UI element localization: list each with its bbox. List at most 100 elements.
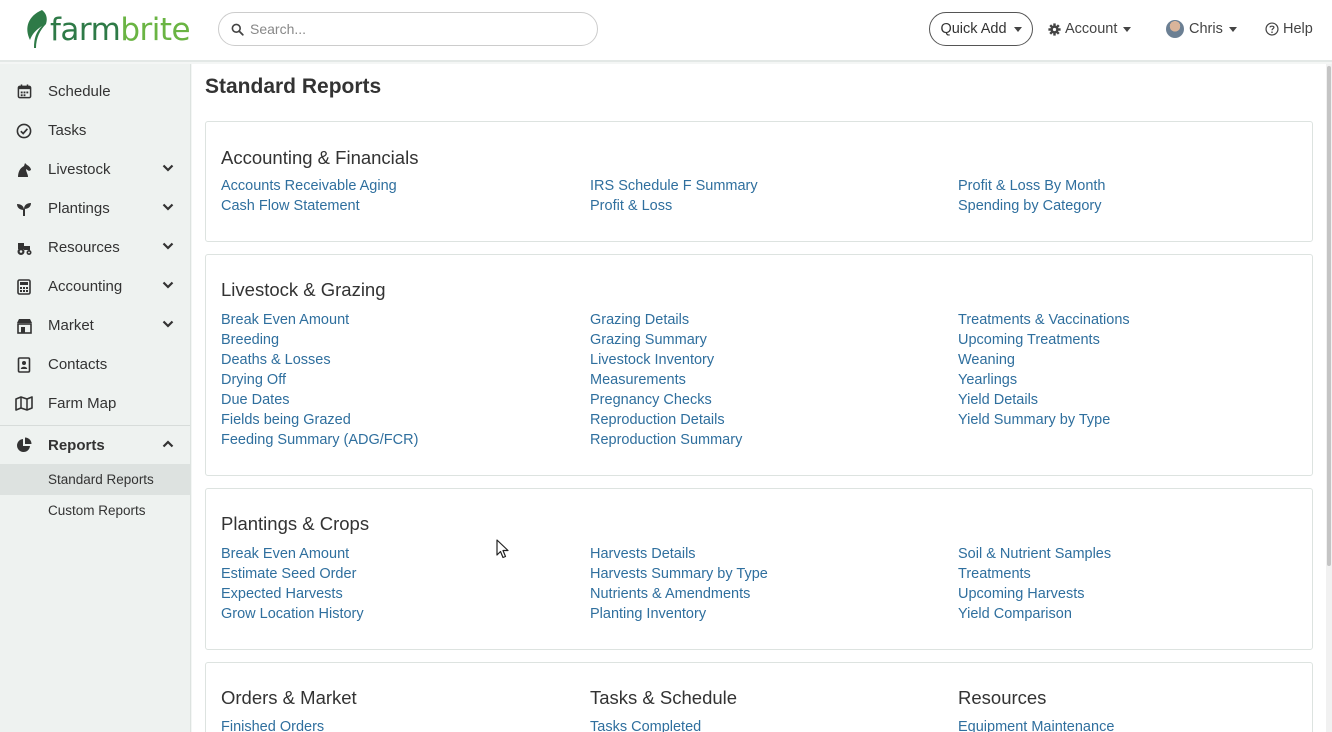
report-link[interactable]: Upcoming Treatments — [958, 330, 1130, 350]
report-link[interactable]: Harvests Summary by Type — [590, 564, 768, 584]
report-section-accounting: Accounting & Financials Accounts Receiva… — [205, 121, 1313, 242]
leaf-logo-icon — [27, 10, 47, 48]
report-link[interactable]: Expected Harvests — [221, 584, 364, 604]
sidebar-item-plantings[interactable]: Plantings — [0, 189, 190, 228]
report-link[interactable]: Yield Details — [958, 390, 1130, 410]
main-content: Standard Reports Accounting & Financials… — [192, 64, 1326, 732]
sidebar-item-label: Tasks — [48, 122, 87, 139]
report-link[interactable]: Equipment Maintenance — [958, 717, 1114, 732]
report-link[interactable]: Drying Off — [221, 370, 418, 390]
user-name: Chris — [1189, 21, 1223, 37]
section-title: Orders & Market — [221, 687, 357, 708]
sidebar-item-label: Resources — [48, 239, 120, 256]
sidebar-item-farm-map[interactable]: Farm Map — [0, 384, 190, 423]
report-link[interactable]: Breeding — [221, 330, 418, 350]
sidebar-item-contacts[interactable]: Contacts — [0, 345, 190, 384]
sidebar-item-label: Contacts — [48, 356, 108, 373]
logo-word-brite: brite — [120, 12, 191, 48]
report-link[interactable]: Yield Comparison — [958, 604, 1111, 624]
report-link[interactable]: Reproduction Summary — [590, 430, 742, 450]
store-icon — [15, 317, 33, 335]
sidebar-item-schedule[interactable]: Schedule — [0, 72, 190, 111]
quick-add-label: Quick Add — [940, 21, 1007, 37]
calendar-icon — [15, 83, 33, 101]
report-column: Break Even Amount Breeding Deaths & Loss… — [221, 310, 418, 450]
report-link[interactable]: Spending by Category — [958, 196, 1105, 216]
report-link[interactable]: Cash Flow Statement — [221, 196, 397, 216]
report-link[interactable]: Harvests Details — [590, 544, 768, 564]
report-link[interactable]: Finished Orders — [221, 717, 357, 732]
page-scrollbar-thumb[interactable] — [1327, 66, 1331, 566]
report-link[interactable]: Upcoming Harvests — [958, 584, 1111, 604]
report-link[interactable]: Tasks Completed — [590, 717, 737, 732]
report-link[interactable]: Grazing Details — [590, 310, 742, 330]
check-circle-icon — [15, 122, 33, 140]
report-group-tasks: Tasks & Schedule Tasks Completed — [590, 687, 737, 732]
report-link[interactable]: IRS Schedule F Summary — [590, 176, 758, 196]
report-link[interactable]: Due Dates — [221, 390, 418, 410]
report-link[interactable]: Fields being Grazed — [221, 410, 418, 430]
sidebar-item-market[interactable]: Market — [0, 306, 190, 345]
search-box[interactable] — [218, 12, 598, 46]
report-link[interactable]: Treatments — [958, 564, 1111, 584]
user-menu[interactable]: Chris — [1166, 12, 1237, 46]
report-link[interactable]: Break Even Amount — [221, 310, 418, 330]
caret-down-icon — [1013, 26, 1022, 32]
report-link[interactable]: Profit & Loss By Month — [958, 176, 1105, 196]
report-column: Profit & Loss By Month Spending by Categ… — [958, 176, 1105, 216]
report-link[interactable]: Treatments & Vaccinations — [958, 310, 1130, 330]
report-link[interactable]: Grow Location History — [221, 604, 364, 624]
report-link[interactable]: Yearlings — [958, 370, 1130, 390]
report-column: Harvests Details Harvests Summary by Typ… — [590, 544, 768, 624]
report-link[interactable]: Feeding Summary (ADG/FCR) — [221, 430, 418, 450]
section-title: Tasks & Schedule — [590, 687, 738, 708]
report-link[interactable]: Yield Summary by Type — [958, 410, 1130, 430]
report-link[interactable]: Accounts Receivable Aging — [221, 176, 397, 196]
sidebar-item-resources[interactable]: Resources — [0, 228, 190, 267]
report-link[interactable]: Profit & Loss — [590, 196, 758, 216]
report-link[interactable]: Reproduction Details — [590, 410, 742, 430]
report-column: IRS Schedule F Summary Profit & Loss — [590, 176, 758, 216]
address-book-icon — [15, 356, 33, 374]
account-label: Account — [1065, 21, 1118, 37]
quick-add-button[interactable]: Quick Add — [929, 12, 1033, 46]
account-menu[interactable]: Account — [1048, 12, 1132, 46]
report-link[interactable]: Estimate Seed Order — [221, 564, 364, 584]
report-link[interactable]: Livestock Inventory — [590, 350, 742, 370]
report-link[interactable]: Pregnancy Checks — [590, 390, 742, 410]
report-link[interactable]: Measurements — [590, 370, 742, 390]
logo-word-farm: farm — [50, 12, 121, 48]
report-column: Treatments & Vaccinations Upcoming Treat… — [958, 310, 1130, 430]
top-navbar: farmbrite Quick Add Account Chris Help — [0, 0, 1332, 62]
chevron-down-icon — [162, 203, 174, 211]
search-input[interactable] — [250, 21, 580, 37]
report-column: Break Even Amount Estimate Seed Order Ex… — [221, 544, 364, 624]
report-link[interactable]: Grazing Summary — [590, 330, 742, 350]
report-link[interactable]: Weaning — [958, 350, 1130, 370]
sidebar-item-livestock[interactable]: Livestock — [0, 150, 190, 189]
report-column: Soil & Nutrient Samples Treatments Upcom… — [958, 544, 1111, 624]
report-section-other: Orders & Market Finished Orders Tasks & … — [205, 662, 1313, 732]
report-group-resources: Resources Equipment Maintenance — [958, 687, 1114, 732]
report-link[interactable]: Deaths & Losses — [221, 350, 418, 370]
question-circle-icon — [1265, 22, 1279, 36]
seedling-icon — [15, 200, 33, 218]
report-group-orders: Orders & Market Finished Orders — [221, 687, 357, 732]
report-link[interactable]: Break Even Amount — [221, 544, 364, 564]
report-link[interactable]: Planting Inventory — [590, 604, 768, 624]
sidebar-item-accounting[interactable]: Accounting — [0, 267, 190, 306]
help-link[interactable]: Help — [1265, 12, 1313, 46]
report-link[interactable]: Soil & Nutrient Samples — [958, 544, 1111, 564]
sidebar-item-reports[interactable]: Reports — [0, 425, 190, 464]
sidebar-subitem-standard-reports[interactable]: Standard Reports — [0, 464, 190, 495]
farmbrite-logo[interactable]: farmbrite — [22, 8, 191, 52]
section-title: Plantings & Crops — [221, 513, 370, 534]
sidebar-item-tasks[interactable]: Tasks — [0, 111, 190, 150]
logo-wordmark: farmbrite — [50, 12, 191, 48]
sidebar-item-label: Farm Map — [48, 395, 117, 412]
calculator-icon — [15, 278, 33, 296]
page-title: Standard Reports — [205, 75, 382, 98]
sidebar-item-label: Accounting — [48, 278, 123, 295]
sidebar-subitem-custom-reports[interactable]: Custom Reports — [0, 495, 190, 526]
report-link[interactable]: Nutrients & Amendments — [590, 584, 768, 604]
